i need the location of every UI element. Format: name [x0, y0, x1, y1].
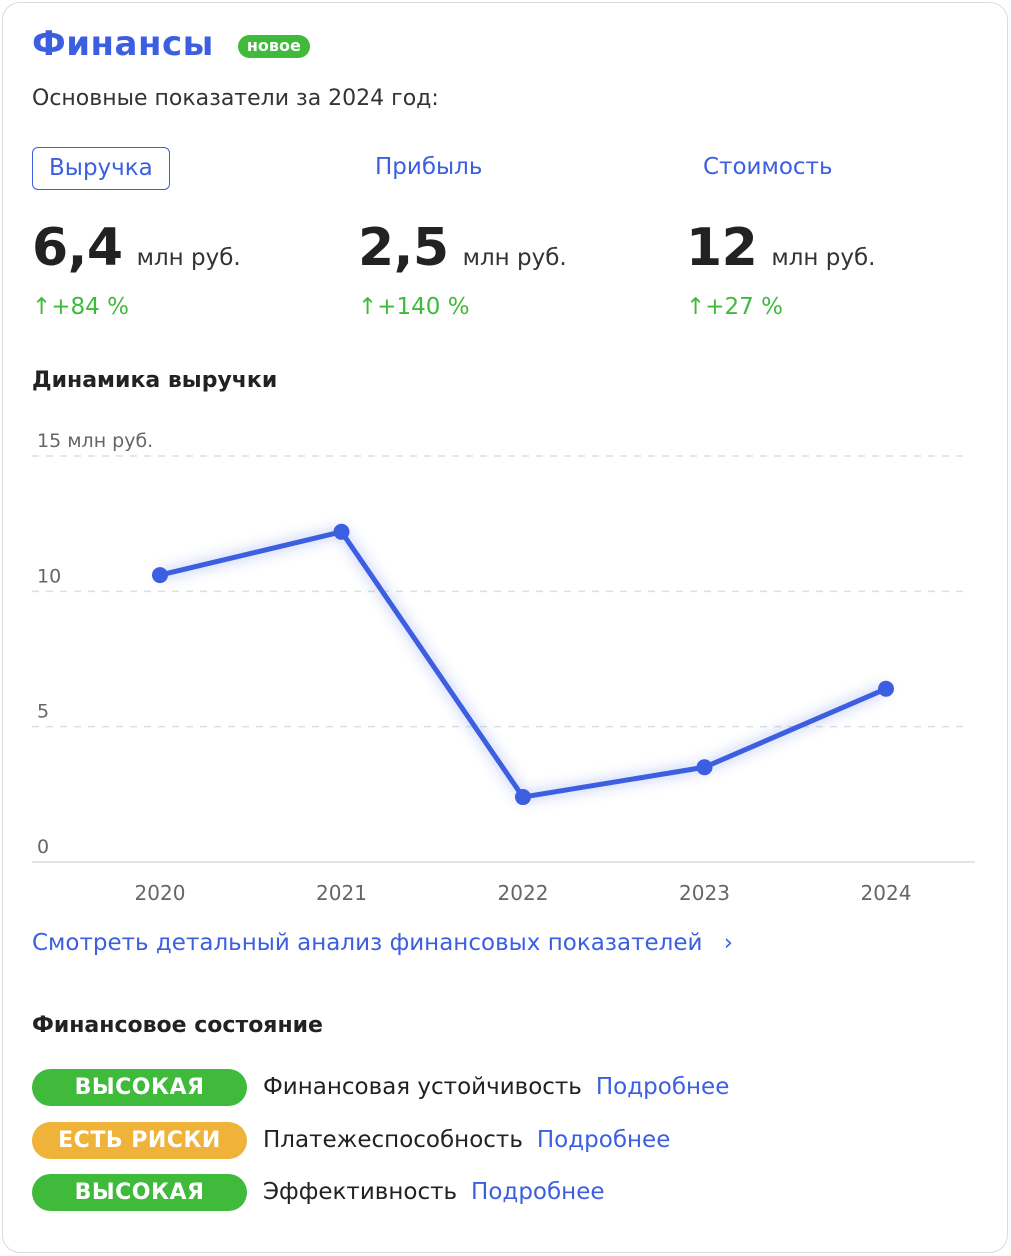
y-tick-label: 5 — [37, 701, 49, 723]
more-link[interactable]: Подробнее — [471, 1179, 604, 1205]
data-point[interactable] — [333, 523, 350, 540]
status-row-efficiency: ВЫСОКАЯ Эффективность Подробнее — [32, 1173, 605, 1211]
metric-delta: ↑+140 % — [358, 294, 470, 320]
metric-delta: ↑+27 % — [686, 294, 783, 320]
x-tick-label: 2023 — [679, 881, 730, 905]
metric-value-cost: 12 млн руб. — [686, 218, 875, 278]
status-row-solvency: ЕСТЬ РИСКИ Платежеспособность Подробнее — [32, 1121, 670, 1159]
page-title: Финансы — [32, 24, 214, 64]
status-badge: ВЫСОКАЯ — [32, 1068, 247, 1106]
x-tick-label: 2022 — [498, 881, 549, 905]
tab-revenue[interactable]: Выручка — [32, 147, 170, 190]
series-shadow — [158, 526, 888, 803]
y-tick-label: 15 млн руб. — [37, 430, 153, 452]
detail-analysis-link[interactable]: Смотреть детальный анализ финансовых пок… — [32, 930, 733, 956]
metric-value: 12 — [686, 218, 758, 278]
y-tick-label: 10 — [37, 565, 61, 587]
metric-revenue: 6,4 млн руб. — [32, 218, 241, 278]
metric-value: 2,5 — [358, 218, 449, 278]
status-label: Платежеспособность — [263, 1127, 523, 1153]
status-badge: ЕСТЬ РИСКИ — [32, 1121, 247, 1159]
metric-unit: млн руб. — [462, 245, 567, 271]
new-badge: новое — [237, 34, 310, 58]
more-link[interactable]: Подробнее — [596, 1074, 729, 1100]
metric-value: 6,4 — [32, 218, 123, 278]
subtitle: Основные показатели за 2024 год: — [32, 86, 439, 111]
more-link[interactable]: Подробнее — [537, 1127, 670, 1153]
status-label: Эффективность — [263, 1179, 458, 1205]
x-tick-label: 2020 — [135, 881, 186, 905]
y-tick-label: 0 — [37, 836, 49, 858]
chevron-right-icon: › — [723, 930, 733, 956]
x-tick-label: 2021 — [316, 881, 367, 905]
data-point[interactable] — [515, 789, 531, 806]
status-label: Финансовая устойчивость — [263, 1074, 582, 1100]
x-tick-label: 2024 — [861, 881, 912, 905]
chart-title: Динамика выручки — [32, 368, 278, 393]
tab-profit[interactable]: Прибыль — [375, 147, 482, 190]
revenue-line-chart: 0 5 10 15 млн руб. 2020 2021 2022 2023 2024 — [32, 430, 975, 905]
status-row-stability: ВЫСОКАЯ Финансовая устойчивость Подробне… — [32, 1068, 729, 1106]
detail-link-label: Смотреть детальный анализ финансовых пок… — [32, 930, 703, 956]
data-point[interactable] — [878, 680, 894, 697]
metric-unit: млн руб. — [136, 245, 241, 271]
data-point[interactable] — [696, 759, 713, 776]
metric-profit: 2,5 млн руб. — [358, 218, 567, 278]
revenue-series-line — [157, 529, 889, 800]
metric-unit: млн руб. — [771, 245, 876, 271]
title-row: Финансы новое — [32, 24, 310, 64]
data-point[interactable] — [152, 567, 168, 584]
status-badge: ВЫСОКАЯ — [32, 1173, 247, 1211]
financial-state-title: Финансовое состояние — [32, 1013, 323, 1038]
tab-value[interactable]: Стоимость — [703, 147, 833, 190]
metric-delta: ↑+84 % — [32, 294, 129, 320]
